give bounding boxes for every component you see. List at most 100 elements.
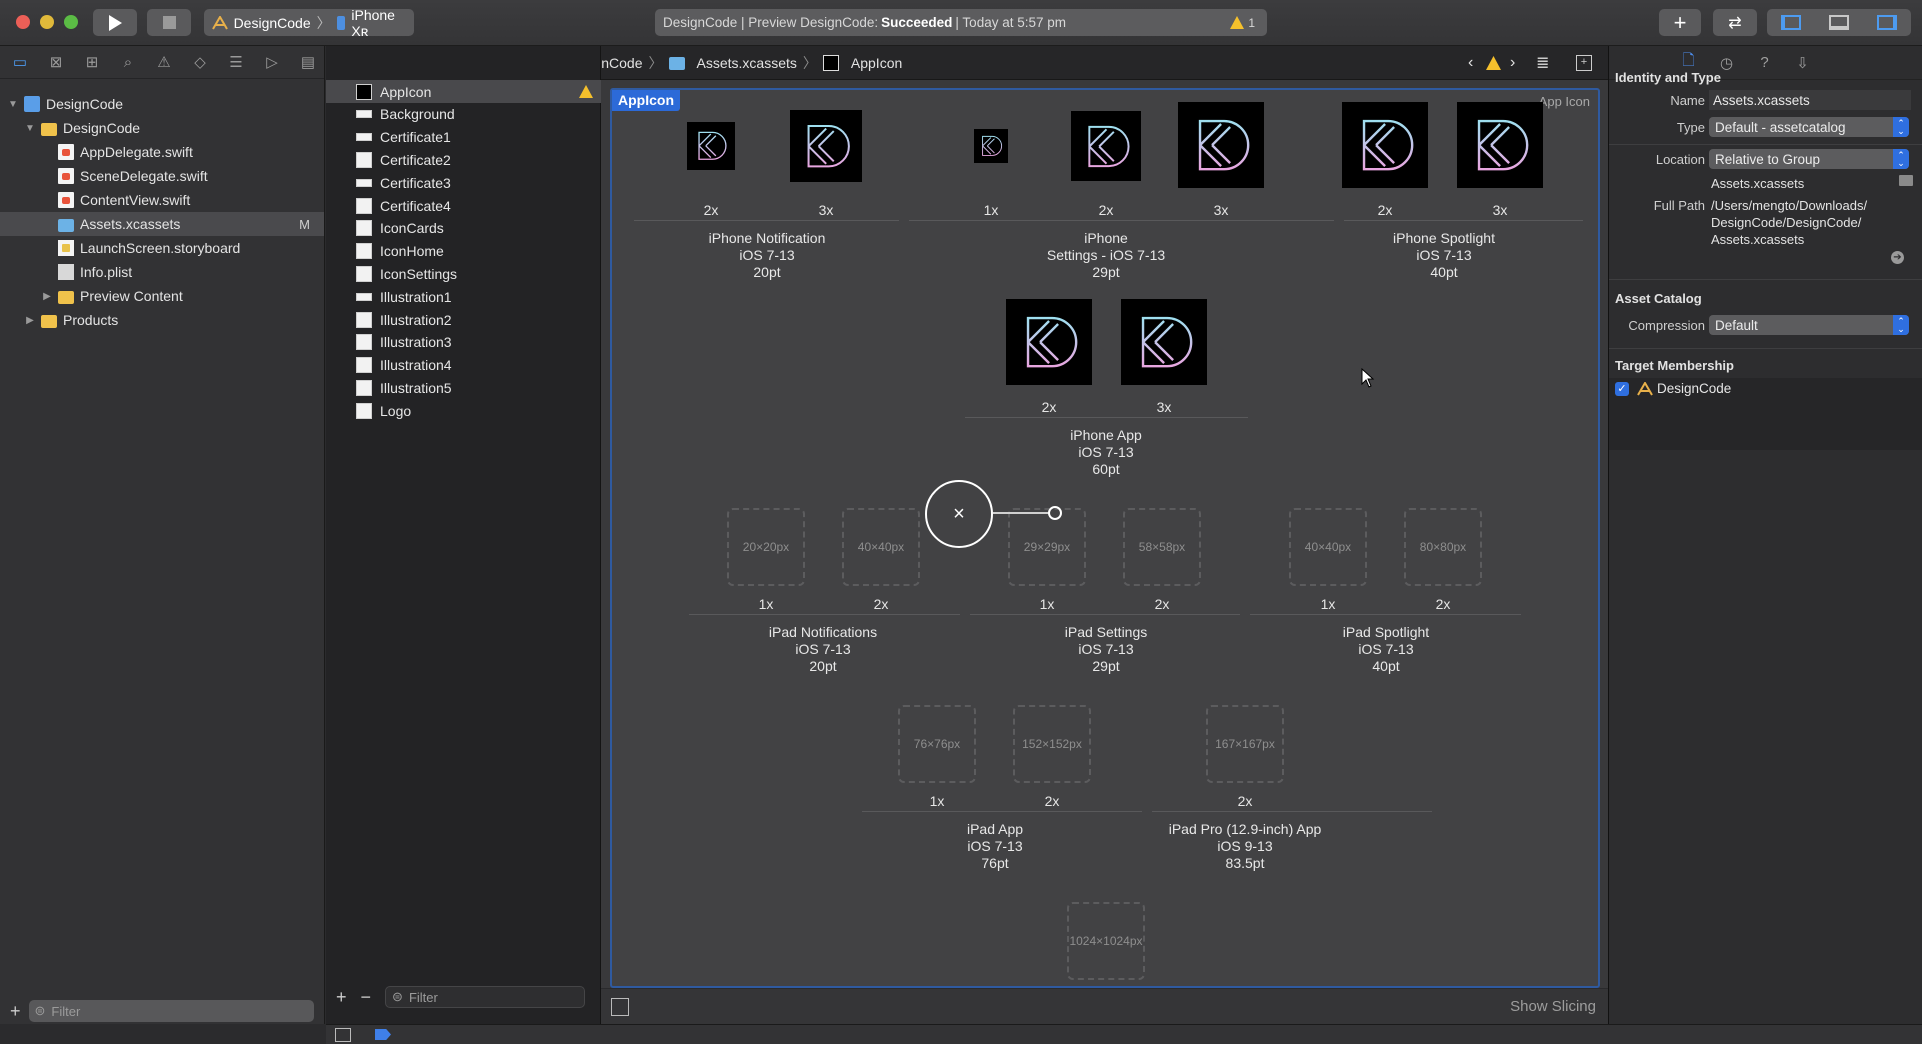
compression-popup[interactable]: Default ⌃ ⌄ bbox=[1709, 315, 1909, 335]
debug-navigator-tab-icon[interactable]: ☰ bbox=[224, 51, 248, 73]
symbol-navigator-tab-icon[interactable]: ⊞ bbox=[80, 51, 104, 73]
find-navigator-tab-icon[interactable]: ⌕ bbox=[116, 51, 140, 73]
stop-button[interactable] bbox=[147, 9, 191, 36]
designcode-logo-icon bbox=[1457, 102, 1543, 188]
breadcrumb-appicon[interactable]: AppIcon bbox=[822, 54, 902, 71]
toggle-navigator-icon[interactable] bbox=[1781, 15, 1801, 30]
empty-icon-well[interactable]: 20×20px bbox=[727, 508, 805, 586]
asset-list-item[interactable]: IconHome bbox=[326, 240, 601, 263]
show-overview-icon[interactable] bbox=[611, 997, 629, 1016]
empty-icon-well[interactable]: 29×29px bbox=[1008, 508, 1086, 586]
target-checkbox[interactable]: ✓ bbox=[1615, 382, 1629, 396]
asset-list-item[interactable]: IconCards bbox=[326, 217, 601, 240]
app-icon-image-well[interactable] bbox=[1006, 299, 1092, 385]
asset-list-item[interactable]: Background bbox=[326, 103, 601, 126]
app-icon-image-well[interactable] bbox=[687, 122, 735, 170]
type-popup[interactable]: Default - assetcatalog ⌃ ⌄ bbox=[1709, 117, 1909, 137]
empty-icon-well[interactable]: 58×58px bbox=[1123, 508, 1201, 586]
empty-icon-well[interactable]: 40×40px bbox=[842, 508, 920, 586]
reveal-folder-icon[interactable] bbox=[1899, 175, 1913, 186]
file-tree-item[interactable]: ▶ Products bbox=[0, 308, 324, 332]
app-icon-image-well[interactable] bbox=[1457, 102, 1543, 188]
add-editor-icon[interactable]: + bbox=[1576, 54, 1592, 71]
source-control-tab-icon[interactable]: ⊠ bbox=[44, 51, 68, 73]
previous-issue-button[interactable]: ‹ bbox=[1468, 54, 1473, 72]
empty-icon-well[interactable]: 167×167px bbox=[1206, 705, 1284, 783]
disclosure-open-icon[interactable]: ▼ bbox=[23, 123, 37, 134]
issue-navigator-tab-icon[interactable]: ⚠ bbox=[152, 51, 176, 73]
app-icon-image-well[interactable] bbox=[790, 110, 862, 182]
scheme-selector[interactable]: DesignCode 〉 iPhone Xʀ bbox=[204, 7, 414, 39]
file-tree-item[interactable]: ContentView.swift bbox=[0, 188, 324, 212]
minimize-window-button[interactable] bbox=[40, 15, 54, 29]
location-popup[interactable]: Relative to Group ⌃ ⌄ bbox=[1709, 149, 1909, 169]
add-asset-button[interactable]: + bbox=[336, 987, 347, 1008]
library-button[interactable]: + bbox=[1659, 9, 1701, 36]
code-review-button[interactable]: ⇄ bbox=[1713, 9, 1757, 36]
drag-handle[interactable] bbox=[1048, 506, 1062, 520]
asset-list-item[interactable]: Illustration5 bbox=[326, 376, 601, 399]
asset-list-item[interactable]: Illustration1 bbox=[326, 285, 601, 308]
appicon-set[interactable]: AppIcon App Icon 2x 3x iPhone Notification… bbox=[610, 88, 1600, 988]
close-window-button[interactable] bbox=[16, 15, 30, 29]
asset-warning-icon[interactable] bbox=[579, 85, 593, 98]
empty-icon-well[interactable]: 152×152px bbox=[1013, 705, 1091, 783]
toggle-inspector-icon[interactable] bbox=[1877, 15, 1897, 30]
breakpoints-toggle-icon[interactable] bbox=[375, 1029, 391, 1040]
empty-icon-well[interactable]: 40×40px bbox=[1289, 508, 1367, 586]
asset-list-item[interactable]: Certificate1 bbox=[326, 126, 601, 149]
name-field[interactable]: Assets.xcassets bbox=[1709, 90, 1911, 110]
add-file-button[interactable]: + bbox=[10, 1001, 21, 1022]
asset-list-item[interactable]: Illustration4 bbox=[326, 354, 601, 377]
asset-list-item[interactable]: Certificate2 bbox=[326, 148, 601, 171]
app-icon-image-well[interactable] bbox=[1121, 299, 1207, 385]
asset-list-item[interactable]: Logo bbox=[326, 399, 601, 422]
asset-list-item[interactable]: Illustration3 bbox=[326, 331, 601, 354]
file-tree-item[interactable]: ▼ DesignCode bbox=[0, 92, 324, 116]
app-icon-image-well[interactable] bbox=[1178, 102, 1264, 188]
navigator-filter-field[interactable]: ⊜ Filter bbox=[28, 1000, 314, 1022]
asset-list-item[interactable]: Illustration2 bbox=[326, 308, 601, 331]
empty-icon-well[interactable]: 80×80px bbox=[1404, 508, 1482, 586]
reveal-in-finder-arrow-icon[interactable]: ➔ bbox=[1891, 251, 1904, 264]
show-slicing-button[interactable]: Show Slicing bbox=[1510, 998, 1596, 1015]
file-tree-item[interactable]: ▼ DesignCode bbox=[0, 116, 324, 140]
breakpoint-navigator-tab-icon[interactable]: ▷ bbox=[260, 51, 284, 73]
zoom-window-button[interactable] bbox=[64, 15, 78, 29]
asset-list-item[interactable]: Certificate3 bbox=[326, 171, 601, 194]
empty-icon-well[interactable]: 76×76px bbox=[898, 705, 976, 783]
test-navigator-tab-icon[interactable]: ◇ bbox=[188, 51, 212, 73]
file-tree-item[interactable]: SceneDelegate.swift bbox=[0, 164, 324, 188]
disclosure-closed-icon[interactable]: ▶ bbox=[23, 315, 37, 326]
file-tree-item[interactable]: ▶ Preview Content bbox=[0, 284, 324, 308]
app-icon-image-well[interactable] bbox=[1071, 111, 1141, 181]
breadcrumb-catalog[interactable]: Assets.xcassets bbox=[668, 55, 797, 71]
file-tree-item[interactable]: AppDelegate.swift bbox=[0, 140, 324, 164]
hide-debug-area-icon[interactable] bbox=[335, 1028, 351, 1042]
report-navigator-tab-icon[interactable]: ▤ bbox=[296, 51, 320, 73]
next-issue-button[interactable]: › bbox=[1510, 54, 1515, 72]
empty-icon-well[interactable]: 1024×1024px bbox=[1067, 902, 1145, 980]
quick-help-tab-icon[interactable]: ? bbox=[1755, 53, 1775, 73]
toggle-debug-area-icon[interactable] bbox=[1829, 15, 1849, 30]
file-tree-item[interactable]: LaunchScreen.storyboard bbox=[0, 236, 324, 260]
activity-viewer[interactable]: DesignCode | Preview DesignCode: Succeed… bbox=[655, 9, 1267, 36]
run-button[interactable] bbox=[93, 9, 137, 36]
app-icon-image-well[interactable] bbox=[974, 129, 1008, 163]
file-tree-item[interactable]: Info.plist bbox=[0, 260, 324, 284]
asset-list-item[interactable]: AppIcon bbox=[326, 80, 601, 103]
file-tree-item[interactable]: Assets.xcassets M bbox=[0, 212, 324, 236]
asset-list-item[interactable]: Certificate4 bbox=[326, 194, 601, 217]
warning-indicator[interactable]: 1 bbox=[1230, 16, 1255, 30]
issue-warning-icon[interactable] bbox=[1486, 56, 1501, 70]
remove-asset-button[interactable]: − bbox=[361, 987, 372, 1008]
asset-list-item[interactable]: IconSettings bbox=[326, 262, 601, 285]
disclosure-closed-icon[interactable]: ▶ bbox=[40, 291, 54, 302]
project-navigator-tab-icon[interactable]: ▭ bbox=[8, 51, 32, 73]
editor-options-icon[interactable]: ≣ bbox=[1536, 53, 1549, 73]
attributes-inspector-tab-icon[interactable]: ⇩ bbox=[1793, 53, 1813, 73]
disclosure-open-icon[interactable]: ▼ bbox=[6, 99, 20, 110]
app-icon-image-well[interactable] bbox=[1342, 102, 1428, 188]
asset-filter-field[interactable]: ⊜ Filter bbox=[385, 986, 586, 1008]
stepper-icon: ⌃ ⌄ bbox=[1893, 117, 1909, 137]
